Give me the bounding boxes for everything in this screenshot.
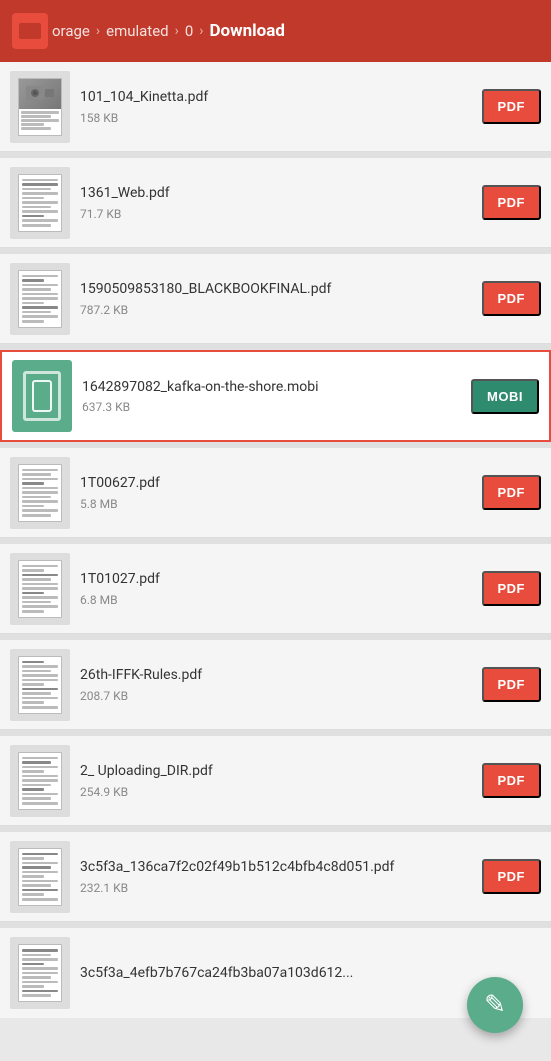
file-thumbnail bbox=[10, 649, 70, 721]
file-thumbnail bbox=[10, 71, 70, 143]
mobi-icon bbox=[23, 371, 61, 421]
breadcrumb-storage[interactable]: orage bbox=[52, 22, 90, 40]
mobi-badge[interactable]: MOBI bbox=[471, 379, 539, 414]
file-thumbnail bbox=[10, 841, 70, 913]
file-name: 3c5f3a_4efb7b767ca24fb3ba07a103d612... bbox=[80, 964, 541, 982]
file-size: 6.8 MB bbox=[80, 593, 472, 607]
thumb-image bbox=[19, 79, 61, 109]
breadcrumb-emulated[interactable]: emulated bbox=[106, 22, 169, 40]
file-thumbnail bbox=[10, 553, 70, 625]
list-item-selected[interactable]: 1642897082_kafka-on-the-shore.mobi 637.3… bbox=[0, 350, 551, 442]
file-info: 3c5f3a_136ca7f2c02f49b1b512c4bfb4c8d051.… bbox=[80, 858, 472, 894]
file-size: 208.7 KB bbox=[80, 689, 472, 703]
list-item[interactable]: 101_104_Kinetta.pdf 158 KB PDF bbox=[0, 62, 551, 152]
file-info: 1361_Web.pdf 71.7 KB bbox=[80, 184, 472, 220]
file-thumbnail bbox=[10, 745, 70, 817]
file-size: 637.3 KB bbox=[82, 400, 461, 414]
breadcrumb-arrow-2: › bbox=[175, 23, 179, 39]
thumb-lines bbox=[19, 109, 61, 135]
pdf-badge[interactable]: PDF bbox=[482, 859, 542, 894]
file-info: 1642897082_kafka-on-the-shore.mobi 637.3… bbox=[82, 378, 461, 414]
file-thumbnail-mobi bbox=[12, 360, 72, 432]
file-size: 5.8 MB bbox=[80, 497, 472, 511]
file-info: 26th-IFFK-Rules.pdf 208.7 KB bbox=[80, 666, 472, 702]
file-name: 26th-IFFK-Rules.pdf bbox=[80, 666, 472, 684]
thumb-pdf bbox=[18, 848, 62, 906]
thumb-pdf bbox=[18, 174, 62, 232]
list-item[interactable]: 1T00627.pdf 5.8 MB PDF bbox=[0, 448, 551, 538]
file-size: 71.7 KB bbox=[80, 207, 472, 221]
app-logo bbox=[12, 13, 48, 49]
breadcrumb-arrow-3: › bbox=[199, 23, 203, 39]
file-thumbnail bbox=[10, 167, 70, 239]
thumb-kinetta bbox=[18, 78, 62, 136]
pdf-badge[interactable]: PDF bbox=[482, 763, 542, 798]
breadcrumb-0[interactable]: 0 bbox=[185, 22, 193, 40]
file-info: 1590509853180_BLACKBOOKFINAL.pdf 787.2 K… bbox=[80, 280, 472, 316]
file-thumbnail bbox=[10, 937, 70, 1009]
list-item[interactable]: 1T01027.pdf 6.8 MB PDF bbox=[0, 544, 551, 634]
file-size: 158 KB bbox=[80, 111, 472, 125]
thumb-pdf bbox=[18, 656, 62, 714]
file-size: 232.1 KB bbox=[80, 881, 472, 895]
file-info: 1T00627.pdf 5.8 MB bbox=[80, 474, 472, 510]
breadcrumb-arrow-1: › bbox=[96, 23, 100, 39]
fab-edit-button[interactable]: ✎ bbox=[467, 977, 523, 1033]
file-info: 2_ Uploading_DIR.pdf 254.9 KB bbox=[80, 762, 472, 798]
file-name: 1590509853180_BLACKBOOKFINAL.pdf bbox=[80, 280, 472, 298]
pdf-badge[interactable]: PDF bbox=[482, 89, 542, 124]
file-info: 101_104_Kinetta.pdf 158 KB bbox=[80, 88, 472, 124]
list-item[interactable]: 26th-IFFK-Rules.pdf 208.7 KB PDF bbox=[0, 640, 551, 730]
list-item[interactable]: 1590509853180_BLACKBOOKFINAL.pdf 787.2 K… bbox=[0, 254, 551, 344]
thumb-pdf bbox=[18, 944, 62, 1002]
thumb-pdf bbox=[18, 270, 62, 328]
app-header: orage › emulated › 0 › Download bbox=[0, 0, 551, 62]
list-item[interactable]: 1361_Web.pdf 71.7 KB PDF bbox=[0, 158, 551, 248]
file-size: 787.2 KB bbox=[80, 303, 472, 317]
list-item[interactable]: 3c5f3a_136ca7f2c02f49b1b512c4bfb4c8d051.… bbox=[0, 832, 551, 922]
file-name: 1T01027.pdf bbox=[80, 570, 472, 588]
pdf-badge[interactable]: PDF bbox=[482, 185, 542, 220]
thumb-pdf bbox=[18, 752, 62, 810]
pdf-badge[interactable]: PDF bbox=[482, 667, 542, 702]
phone-icon bbox=[32, 380, 52, 412]
file-info: 1T01027.pdf 6.8 MB bbox=[80, 570, 472, 606]
file-thumbnail bbox=[10, 263, 70, 335]
file-name: 101_104_Kinetta.pdf bbox=[80, 88, 472, 106]
list-item[interactable]: 2_ Uploading_DIR.pdf 254.9 KB PDF bbox=[0, 736, 551, 826]
edit-icon: ✎ bbox=[484, 992, 506, 1018]
logo-icon bbox=[19, 23, 41, 39]
file-size: 254.9 KB bbox=[80, 785, 472, 799]
file-name: 1T00627.pdf bbox=[80, 474, 472, 492]
breadcrumb-current: Download bbox=[210, 21, 285, 41]
file-name: 3c5f3a_136ca7f2c02f49b1b512c4bfb4c8d051.… bbox=[80, 858, 472, 876]
thumb-pdf bbox=[18, 560, 62, 618]
file-info: 3c5f3a_4efb7b767ca24fb3ba07a103d612... bbox=[80, 964, 541, 982]
pdf-badge[interactable]: PDF bbox=[482, 475, 542, 510]
file-name: 2_ Uploading_DIR.pdf bbox=[80, 762, 472, 780]
file-thumbnail bbox=[10, 457, 70, 529]
thumb-pdf bbox=[18, 464, 62, 522]
pdf-badge[interactable]: PDF bbox=[482, 571, 542, 606]
file-name: 1642897082_kafka-on-the-shore.mobi bbox=[82, 378, 461, 396]
file-name: 1361_Web.pdf bbox=[80, 184, 472, 202]
pdf-badge[interactable]: PDF bbox=[482, 281, 542, 316]
file-list: 101_104_Kinetta.pdf 158 KB PDF 1361_W bbox=[0, 62, 551, 1018]
